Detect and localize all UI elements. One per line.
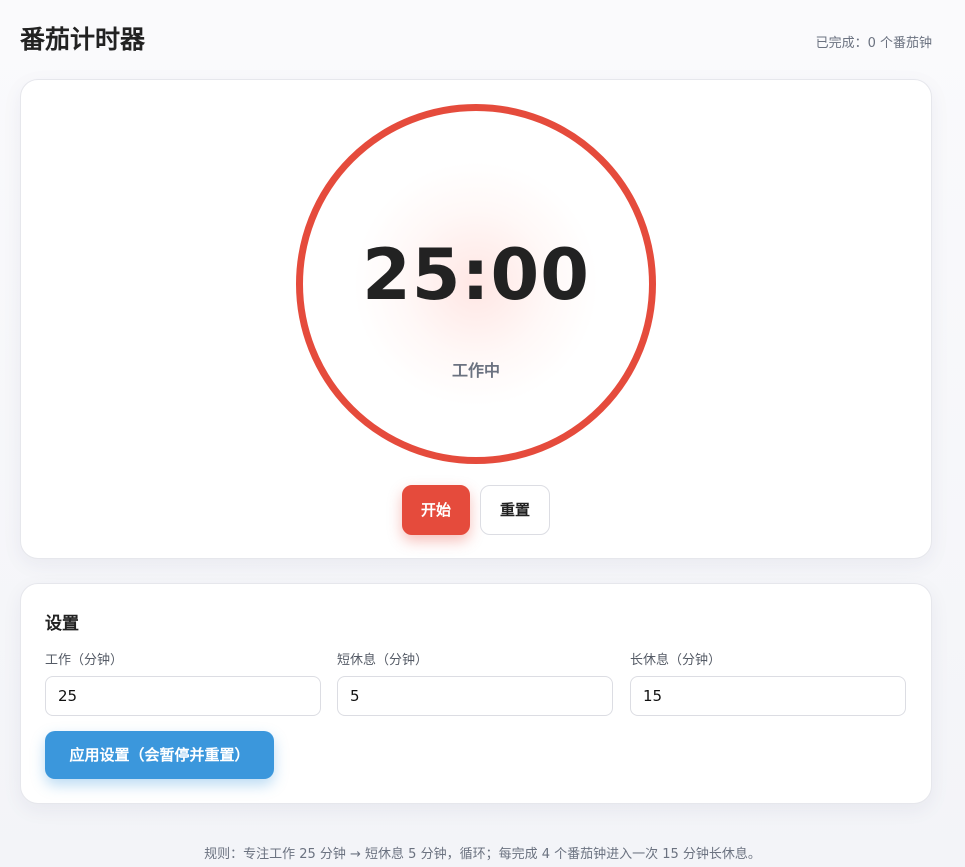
work-field: 工作（分钟） [45,649,321,716]
long-break-label: 长休息（分钟） [630,653,722,668]
timer-ring: 25:00 工作中 [296,104,656,464]
reset-button[interactable]: 重置 [480,485,550,535]
short-break-minutes-input[interactable] [337,676,613,716]
short-break-label: 短休息（分钟） [337,653,429,668]
settings-card: 设置 工作（分钟） 短休息（分钟） 长休息（分钟） 应用设置（会暂停并重置） [20,583,932,804]
long-break-minutes-input[interactable] [630,676,906,716]
timer-card: 25:00 工作中 开始 重置 [20,79,932,559]
short-break-field: 短休息（分钟） [337,649,613,716]
work-minutes-input[interactable] [45,676,321,716]
header: 番茄计时器 已完成：0 个番茄钟 [20,18,932,58]
apply-settings-button[interactable]: 应用设置（会暂停并重置） [45,731,274,779]
work-label: 工作（分钟） [45,653,124,668]
long-break-field: 长休息（分钟） [630,649,906,716]
page-title: 番茄计时器 [20,25,146,54]
rules-text: 规则：专注工作 25 分钟 → 短休息 5 分钟，循环；每完成 4 个番茄钟进入… [204,847,761,862]
completed-count: 已完成：0 个番茄钟 [815,36,932,51]
settings-title: 设置 [45,614,79,634]
timer-display: 25:00 [362,234,590,316]
start-button[interactable]: 开始 [402,485,470,535]
timer-controls: 开始 重置 [21,485,931,535]
timer-mode: 工作中 [451,361,500,380]
